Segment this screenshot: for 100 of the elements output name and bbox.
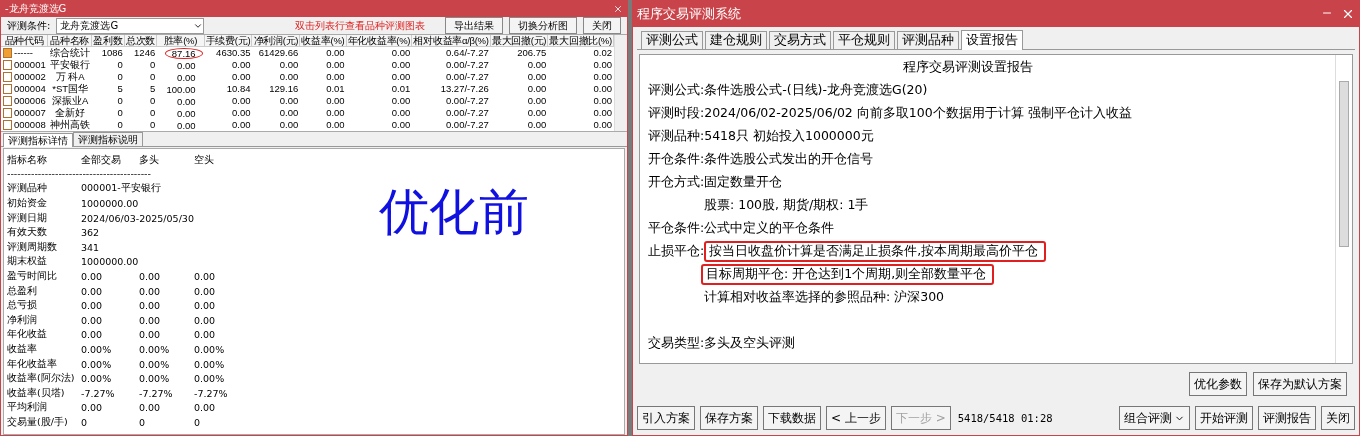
metric-value: 0.00% [81,358,112,370]
metric-value: 0.00 [81,300,103,312]
column-header[interactable]: 手续费(元) [204,35,253,47]
nav-button[interactable]: < 上一步 [826,406,886,430]
metric-value: 0.00% [139,373,170,385]
condition-dropdown[interactable]: 龙舟竞渡选G [56,17,205,34]
table-cell-text: 神州高铁 [49,119,92,131]
column-header[interactable]: 净利润(元) [252,35,301,47]
tab[interactable]: 设置报告 [961,30,1023,50]
column-header[interactable]: 总次数 [124,35,158,47]
nav-button[interactable]: 引入方案 [637,406,695,430]
table-cell-text: 0.00 [592,119,613,131]
table-cell-text: 61429.66 [257,47,300,59]
report-text: 固定数量开仓 [704,174,783,191]
table-cell-text: 0.00 [390,47,412,59]
scrollbar[interactable] [1335,55,1352,363]
report-label: 评测品种: [648,128,705,145]
toolbar-button[interactable]: 切换分析图 [509,17,577,34]
metric-label: 有效天数 [7,226,47,240]
metric-value: 0.00 [81,285,103,297]
metric-label: 盈亏时间比 [7,269,57,283]
table-cell-text: 5 [116,83,124,95]
metric-value: 0 [194,416,201,428]
details-header: 指标名称 [7,153,47,167]
column-header[interactable]: 相对收益率α/β(%) [412,35,491,47]
table-cell-text: 0 [116,107,124,119]
table-cell-text: 10.84 [225,83,252,95]
metric-value: -7.27% [139,387,173,399]
column-header[interactable]: 最大回撤比(%) [548,35,614,47]
table-cell-text: 100.00 [165,83,197,95]
column-header[interactable]: 年化收益率(%) [346,35,413,47]
metric-label: 评测日期 [7,211,47,225]
close-icon[interactable] [613,4,623,14]
toolbar-button[interactable]: 关闭 [583,17,621,34]
metric-value: 362 [81,227,100,239]
tab[interactable]: 评测指标详情 [3,133,73,147]
tab[interactable]: 评测指标说明 [73,132,143,146]
action-button[interactable]: 保存为默认方案 [1253,372,1347,396]
report-text: 5418只 初始投入1000000元 [704,128,874,145]
tab[interactable]: 评测品种 [897,31,959,49]
hint-text: 双击列表行查看品种评测图表 [295,18,425,33]
table-cell-text: 0.00 [230,59,252,71]
metric-value: 2024/06/03-2025/05/30 [81,212,194,224]
tab[interactable]: 交易方式 [769,31,831,49]
table-cell-text: 0.00 [390,59,412,71]
report-label: 评测公式: [648,82,705,99]
nav-button[interactable]: 保存方案 [700,406,758,430]
column-header[interactable]: 胜率(%) [157,35,205,47]
table-cell-text: *ST国华 [51,83,90,95]
tab[interactable]: 平仓规则 [833,31,895,49]
report-text: 公式中定义的平仓条件 [704,220,835,237]
details-header: 多头 [139,153,159,167]
table-cell-text: 0.00 [325,119,346,131]
table-cell-text: 0.00 [278,119,300,131]
table-cell-text: 0.00 [390,71,412,83]
tab[interactable]: 建仓规则 [705,31,767,49]
table-cell-text: 0.00 [390,119,412,131]
table-cell-text: 0.00 [278,71,300,83]
table-cell: 000006 [14,95,46,107]
column-header[interactable]: 品种代码 [1,35,48,47]
toolbar-button[interactable]: 导出结果 [445,17,503,34]
action-button[interactable]: 优化参数 [1189,372,1247,396]
metric-value: 0 [139,416,146,428]
metric-value: 0.00 [194,402,216,414]
table-cell-text: 5 [148,83,157,95]
highlight-box: 目标周期平仓: 开仓达到1个周期,则全部数量平仓 [701,264,995,285]
metric-value: 0.00% [81,373,112,385]
metric-label: 评测周期数 [7,240,57,254]
highlight-box: 按当日收盘价计算是否满足止损条件,按本周期最高价平仓 [704,241,1047,262]
nav-button[interactable]: 下载数据 [763,406,821,430]
command-button[interactable]: 开始评测 [1195,406,1253,430]
report-label: 开仓条件: [648,151,705,168]
command-button[interactable]: 关闭 [1321,406,1355,430]
column-header[interactable]: 收益率(%) [300,35,347,47]
table-cell-text: 0.00 [325,47,346,59]
metric-value: 341 [81,241,100,253]
table-cell-text: 0.00 [526,59,548,71]
table-cell-text: 0.02 [592,47,613,59]
metric-label: 平均利润 [7,401,47,415]
command-button[interactable]: 组合评测 [1119,406,1190,430]
table-cell-text: 0.00/-7.27 [444,95,490,107]
metric-value: 0.00 [139,402,161,414]
column-header[interactable]: 最大回撤(元) [490,35,549,47]
metric-label: 总亏损 [7,299,37,313]
close-icon[interactable] [1341,7,1355,21]
table-cell-text: 0.01 [325,83,346,95]
column-header[interactable]: 品种名称 [48,35,93,47]
scroll-thumb[interactable] [1339,81,1349,247]
scrollbar[interactable] [614,35,627,131]
tab[interactable]: 评测公式 [641,31,703,49]
table-cell-text: 0.00 [278,95,300,107]
table-cell-text: 0 [116,59,124,71]
table-cell-text: 0.00 [176,119,197,131]
metric-value: 000001-平安银行 [81,182,161,196]
table-cell-text: 0.00/-7.27 [444,119,490,131]
table-cell-text: 1086 [100,47,124,59]
metric-value: 0.00% [194,358,225,370]
command-button[interactable]: 评测报告 [1258,406,1316,430]
report-text: 多头及空头评测 [704,335,796,352]
column-header[interactable]: 盈利数 [92,35,125,47]
